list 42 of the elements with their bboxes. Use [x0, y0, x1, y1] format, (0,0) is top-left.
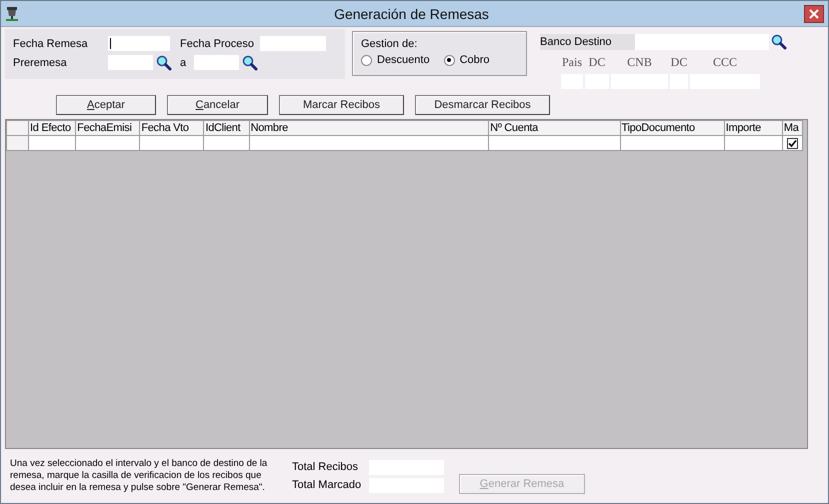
- account-label: DC: [670, 55, 688, 70]
- field-label: Preremesa: [13, 56, 68, 68]
- field-label: Fecha Remesa: [13, 38, 89, 50]
- input-field[interactable]: [194, 55, 240, 70]
- help-text: Una vez seleccionado el intervalo y el banco de destino de la remesa, marque la casilla de verificacion de los recibos que desea incluir en la remesa y pulse sobre "Generar Remesa".: [10, 458, 268, 494]
- field-label: Fecha Proceso: [180, 38, 255, 50]
- app-icon: [5, 6, 19, 22]
- account-label: CCC: [712, 55, 738, 70]
- unmark-button[interactable]: Desmarcar Recibos: [415, 95, 550, 115]
- column-header[interactable]: FechaEmisi: [76, 120, 140, 136]
- row-checkbox[interactable]: [786, 138, 798, 148]
- total-label: Total Marcado: [292, 479, 362, 491]
- column-header[interactable]: TipoDocumento: [620, 120, 724, 136]
- column-header[interactable]: Ma: [782, 120, 802, 136]
- window-title: Generación de Remesas: [333, 6, 490, 22]
- mark-button[interactable]: Marcar Recibos: [279, 95, 404, 115]
- column-header[interactable]: Importe: [724, 120, 782, 136]
- account-label: CNB: [626, 55, 653, 70]
- column-header[interactable]: IdClient: [204, 120, 250, 136]
- radio-option[interactable]: Descuento: [361, 54, 430, 66]
- input-field[interactable]: [260, 36, 326, 51]
- field-label: Banco Destino: [540, 34, 635, 50]
- column-header[interactable]: Nombre: [249, 120, 489, 136]
- group-title: Gestion de:: [361, 38, 418, 50]
- total-label: Total Recibos: [292, 461, 360, 473]
- search-icon[interactable]: [156, 54, 172, 70]
- column-header[interactable]: Fecha Vto: [140, 120, 204, 136]
- range-separator: a: [180, 56, 186, 68]
- search-icon[interactable]: [242, 54, 258, 70]
- input-field[interactable]: [108, 55, 153, 70]
- radio-option[interactable]: Cobro: [444, 54, 490, 66]
- account-label: DC: [588, 55, 606, 70]
- column-header[interactable]: Id Efecto: [28, 120, 76, 136]
- close-button[interactable]: [804, 4, 824, 22]
- input-field[interactable]: [108, 36, 170, 51]
- input-field[interactable]: [635, 34, 769, 50]
- account-label: Pais: [561, 55, 583, 70]
- cancel-button[interactable]: Cancelar: [167, 95, 268, 115]
- accept-button[interactable]: Aceptar: [56, 95, 156, 115]
- column-header[interactable]: Nº Cuenta: [488, 120, 620, 136]
- close-icon[interactable]: [809, 8, 819, 18]
- search-icon[interactable]: [771, 34, 787, 50]
